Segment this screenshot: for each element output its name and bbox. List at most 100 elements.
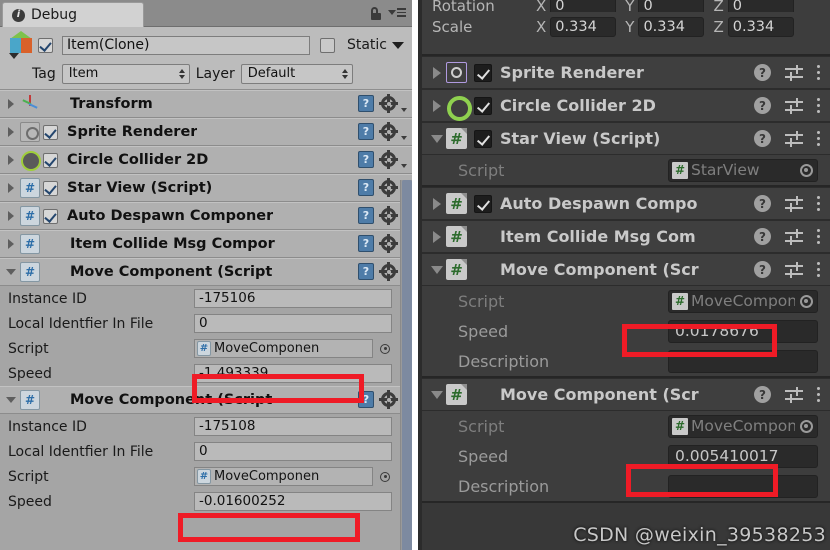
layer-dropdown[interactable]: Default [240, 63, 353, 84]
preset-settings-icon[interactable] [785, 64, 803, 81]
help-icon[interactable]: ? [358, 151, 374, 168]
component-row-sprite-renderer[interactable]: Sprite Renderer ? [0, 118, 412, 146]
kebab-menu-icon[interactable] [817, 196, 820, 211]
gear-icon[interactable] [379, 178, 398, 197]
scale-z-input[interactable]: 0.334 [727, 17, 794, 37]
foldout-down-icon[interactable] [428, 265, 446, 274]
description-value-input[interactable] [668, 474, 818, 498]
foldout-right-icon[interactable] [428, 230, 446, 243]
help-icon[interactable]: ? [358, 391, 374, 408]
component-row-transform[interactable]: Transform ? [0, 90, 412, 118]
static-dropdown-icon[interactable] [392, 41, 404, 49]
component-enabled-checkbox[interactable] [43, 124, 58, 140]
speed-value-input[interactable]: -0.01600252 [194, 492, 392, 511]
component-enabled-checkbox[interactable] [474, 96, 492, 115]
object-field[interactable]: # MoveComponen [194, 467, 392, 486]
preset-settings-icon[interactable] [785, 97, 803, 114]
help-icon[interactable]: ? [754, 64, 771, 81]
help-icon[interactable]: ? [754, 97, 771, 114]
gameobject-name-input[interactable]: Item(Clone) [62, 35, 310, 55]
object-field[interactable]: # MoveCompon [668, 414, 818, 438]
object-field[interactable]: # MoveCompon [668, 289, 818, 313]
gameobject-active-checkbox[interactable] [38, 37, 53, 53]
property-value-input[interactable]: -175106 [194, 289, 392, 308]
scrollbar-thumb[interactable] [402, 180, 412, 550]
gear-icon[interactable] [379, 150, 398, 169]
component-row-move-component-2[interactable]: # Move Component (Script ? [0, 386, 412, 414]
speed-value-input[interactable]: -1.493339 [194, 364, 392, 383]
component-row-circle-collider-2d[interactable]: Circle Collider 2D ? [0, 146, 412, 174]
tag-dropdown[interactable]: Item [61, 63, 190, 84]
gear-icon[interactable] [379, 234, 398, 253]
lock-icon[interactable] [370, 7, 382, 20]
foldout-right-icon[interactable] [4, 127, 17, 137]
left-scrollbar[interactable] [400, 180, 412, 550]
foldout-down-icon[interactable] [4, 397, 17, 403]
component-row-item-collide-msg[interactable]: # Item Collide Msg Com ? [422, 220, 830, 253]
foldout-down-icon[interactable] [4, 269, 17, 275]
gear-icon[interactable] [379, 94, 398, 113]
preset-settings-icon[interactable] [785, 195, 803, 212]
component-row-auto-despawn[interactable]: # Auto Despawn Componer ? [0, 202, 412, 230]
component-row-move-component-1[interactable]: # Move Component (Script ? [0, 258, 412, 286]
component-enabled-checkbox[interactable] [43, 208, 58, 224]
kebab-menu-icon[interactable] [817, 65, 820, 80]
component-enabled-checkbox[interactable] [43, 152, 58, 168]
speed-value-input[interactable]: 0.0178676 [668, 319, 818, 343]
foldout-right-icon[interactable] [4, 211, 17, 221]
object-field[interactable]: # MoveComponen [194, 339, 392, 358]
preset-settings-icon[interactable] [785, 261, 803, 278]
rotation-x-input[interactable]: 0 [550, 0, 617, 12]
foldout-right-icon[interactable] [4, 239, 17, 249]
preset-settings-icon[interactable] [785, 228, 803, 245]
object-picker-icon[interactable] [795, 294, 817, 308]
foldout-right-icon[interactable] [4, 183, 17, 193]
object-picker-icon[interactable] [795, 163, 817, 177]
foldout-right-icon[interactable] [428, 66, 446, 79]
kebab-menu-icon[interactable] [817, 98, 820, 113]
gear-icon[interactable] [379, 390, 398, 409]
static-checkbox[interactable] [319, 37, 335, 53]
foldout-right-icon[interactable] [4, 99, 17, 109]
rotation-z-input[interactable]: 0 [727, 0, 794, 12]
gear-icon[interactable] [379, 122, 398, 141]
foldout-right-icon[interactable] [428, 197, 446, 210]
object-picker-icon[interactable] [378, 343, 392, 354]
component-row-star-view[interactable]: # Star View (Script) ? [422, 122, 830, 155]
rotation-y-input[interactable]: 0 [638, 0, 705, 12]
kebab-menu-icon[interactable] [817, 131, 820, 146]
foldout-down-icon[interactable] [428, 134, 446, 143]
tab-debug[interactable]: i Debug [2, 2, 144, 27]
preset-settings-icon[interactable] [785, 130, 803, 147]
speed-value-input[interactable]: 0.005410017 [668, 444, 818, 468]
component-row-sprite-renderer[interactable]: Sprite Renderer ? [422, 56, 830, 89]
component-enabled-checkbox[interactable] [474, 194, 492, 213]
property-value-input[interactable]: 0 [194, 314, 392, 333]
help-icon[interactable]: ? [754, 130, 771, 147]
scale-y-input[interactable]: 0.334 [638, 17, 705, 37]
foldout-right-icon[interactable] [428, 99, 446, 112]
property-value-input[interactable]: -175108 [194, 417, 392, 436]
kebab-menu-icon[interactable] [817, 229, 820, 244]
help-icon[interactable]: ? [358, 235, 374, 252]
help-icon[interactable]: ? [754, 386, 771, 403]
help-icon[interactable]: ? [358, 123, 374, 140]
property-value-input[interactable]: 0 [194, 442, 392, 461]
scale-x-input[interactable]: 0.334 [550, 17, 617, 37]
component-row-item-collide-msg[interactable]: # Item Collide Msg Compor ? [0, 230, 412, 258]
kebab-menu-icon[interactable] [817, 262, 820, 277]
help-icon[interactable]: ? [754, 228, 771, 245]
object-picker-icon[interactable] [795, 419, 817, 433]
component-row-move-component-1[interactable]: # Move Component (Scr ? [422, 253, 830, 286]
gear-icon[interactable] [379, 262, 398, 281]
foldout-down-icon[interactable] [428, 390, 446, 399]
preset-settings-icon[interactable] [785, 386, 803, 403]
foldout-right-icon[interactable] [4, 155, 17, 165]
component-enabled-checkbox[interactable] [474, 129, 492, 148]
hamburger-menu-icon[interactable] [388, 8, 406, 17]
help-icon[interactable]: ? [358, 207, 374, 224]
description-value-input[interactable] [668, 349, 818, 373]
help-icon[interactable]: ? [358, 263, 374, 280]
help-icon[interactable]: ? [754, 195, 771, 212]
component-row-move-component-2[interactable]: # Move Component (Scr ? [422, 378, 830, 411]
